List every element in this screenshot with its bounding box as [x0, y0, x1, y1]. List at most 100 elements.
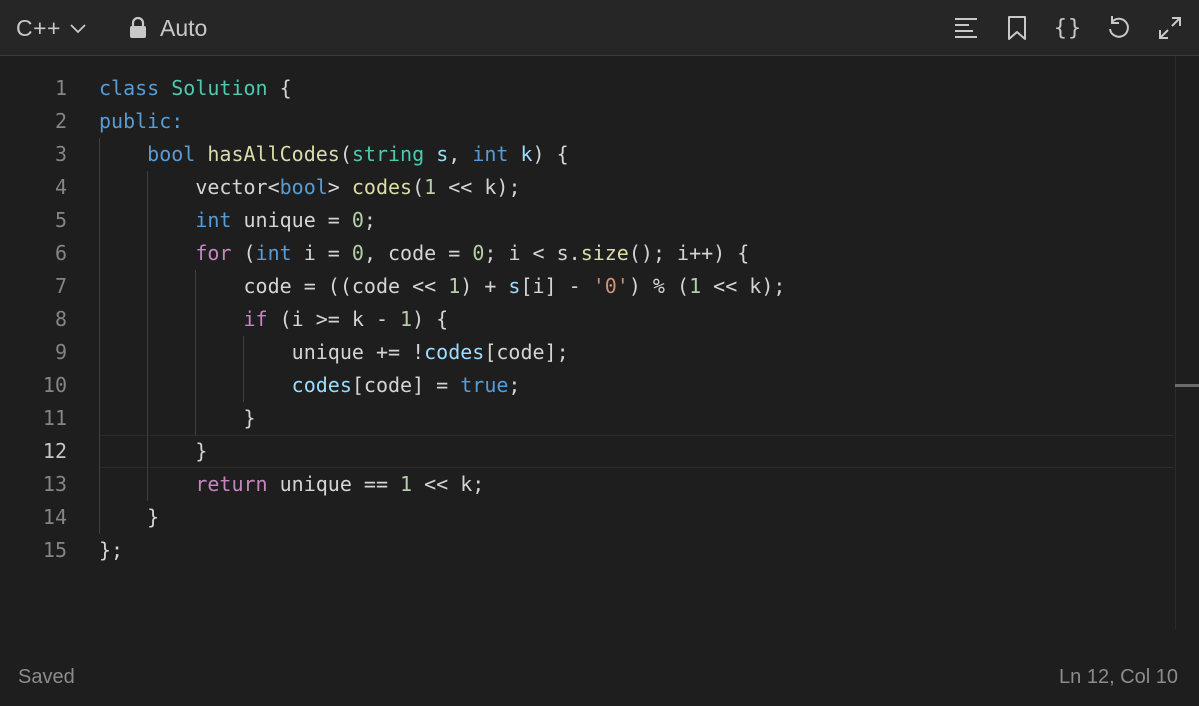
- code-line[interactable]: }: [99, 435, 207, 468]
- code-token: (: [339, 142, 352, 166]
- code-editor[interactable]: 1 2 3 4 5 6 7 8 9 10 11 12 13 14 15 class Solution {pu…: [0, 56, 1199, 630]
- reset-button[interactable]: [1102, 11, 1136, 45]
- code-token: unique += !: [291, 340, 425, 364]
- code-token: for: [195, 241, 232, 265]
- code-line[interactable]: return unique == 1 << k;: [99, 468, 484, 501]
- code-token: (: [231, 241, 256, 265]
- chevron-down-icon: [69, 19, 87, 37]
- lock-icon: [128, 16, 148, 40]
- code-token: ; i < s.: [484, 241, 581, 265]
- code-token: string: [351, 142, 425, 166]
- indent-guide: [147, 171, 149, 501]
- cursor-position: Ln 12, Col 10: [1059, 666, 1178, 688]
- code-line[interactable]: code = ((code << 1) + s[i] - '0') % (1 <…: [99, 270, 786, 303]
- code-token: ) % (: [628, 274, 690, 298]
- code-token: true: [460, 373, 509, 397]
- code-token: code = ((code <<: [243, 274, 449, 298]
- line-number: 1: [54, 76, 67, 100]
- code-token: size: [580, 241, 629, 265]
- code-token: << k);: [436, 175, 521, 199]
- code-token: }: [195, 439, 208, 463]
- code-token: {: [267, 76, 292, 100]
- code-token: ) +: [460, 274, 509, 298]
- code-token: unique =: [231, 208, 352, 232]
- code-line[interactable]: }: [99, 402, 256, 435]
- code-token: bool: [279, 175, 328, 199]
- line-number: 15: [42, 538, 67, 562]
- code-line[interactable]: bool hasAllCodes(string s, int k) {: [99, 138, 569, 171]
- expand-button[interactable]: [1153, 11, 1187, 45]
- code-line[interactable]: codes[code] = true;: [99, 369, 521, 402]
- code-token: 1: [400, 472, 413, 496]
- line-number: 3: [54, 142, 67, 166]
- code-line[interactable]: unique += !codes[code];: [99, 336, 569, 369]
- braces-icon: {}: [1053, 15, 1083, 41]
- scrollbar-thumb[interactable]: [1175, 384, 1199, 387]
- vertical-scrollbar[interactable]: [1175, 56, 1199, 630]
- code-token: hasAllCodes: [207, 142, 340, 166]
- code-token: codes: [291, 373, 352, 397]
- code-token: ;: [508, 373, 521, 397]
- mode-indicator[interactable]: Auto: [128, 10, 207, 46]
- code-line[interactable]: int unique = 0;: [99, 204, 376, 237]
- code-token: class: [99, 76, 160, 100]
- language-select[interactable]: C++: [8, 10, 95, 46]
- code-token: 0: [351, 241, 364, 265]
- line-number: 13: [42, 472, 67, 496]
- code-token: };: [99, 538, 124, 562]
- code-token: (i >= k -: [267, 307, 401, 331]
- code-line[interactable]: }: [99, 501, 159, 534]
- code-token: (); i++) {: [628, 241, 750, 265]
- reset-icon: [1106, 15, 1132, 41]
- code-token: 1: [689, 274, 702, 298]
- code-token: Solution: [171, 76, 268, 100]
- line-number: 9: [54, 340, 67, 364]
- code-line[interactable]: };: [99, 534, 123, 567]
- mode-label: Auto: [160, 14, 208, 41]
- code-token: vector<: [195, 175, 280, 199]
- save-status: Saved: [18, 666, 75, 688]
- line-number-gutter: 1 2 3 4 5 6 7 8 9 10 11 12 13 14 15: [0, 56, 88, 630]
- code-token: 0: [351, 208, 364, 232]
- code-token: s: [436, 142, 449, 166]
- code-token: [code];: [484, 340, 569, 364]
- indent-guide: [195, 270, 197, 435]
- code-token: return: [195, 472, 268, 496]
- code-token: }: [243, 406, 256, 430]
- format-button[interactable]: [949, 11, 983, 45]
- line-number: 2: [54, 109, 67, 133]
- code-line[interactable]: if (i >= k - 1) {: [99, 303, 449, 336]
- line-number: 14: [42, 505, 67, 529]
- code-token: << k;: [412, 472, 485, 496]
- status-bar: Saved Ln 12, Col 10: [0, 652, 1199, 706]
- code-token: 1: [400, 307, 413, 331]
- code-token: ,: [448, 142, 473, 166]
- code-area[interactable]: class Solution { public: bool hasAllCodes…: [99, 56, 1173, 630]
- toolbar-actions: {}: [932, 10, 1187, 46]
- indent-guide: [99, 138, 100, 534]
- code-token: if: [243, 307, 268, 331]
- language-label: C++: [16, 14, 61, 41]
- line-number: 8: [54, 307, 67, 331]
- expand-icon: [1158, 16, 1182, 40]
- code-line[interactable]: class Solution {: [99, 72, 292, 105]
- code-token: [i] -: [520, 274, 593, 298]
- code-token: (: [412, 175, 425, 199]
- code-line[interactable]: for (int i = 0, code = 0; i < s.size(); …: [99, 237, 749, 270]
- code-token: public:: [99, 109, 184, 133]
- code-line[interactable]: vector<bool> codes(1 << k);: [99, 171, 521, 204]
- code-token: int: [255, 241, 292, 265]
- bookmark-button[interactable]: [1000, 11, 1034, 45]
- code-token: int: [195, 208, 232, 232]
- braces-button[interactable]: {}: [1051, 11, 1085, 45]
- code-line[interactable]: public:: [99, 105, 183, 138]
- code-token: ) {: [412, 307, 449, 331]
- bookmark-icon: [1007, 15, 1027, 41]
- line-number: 5: [54, 208, 67, 232]
